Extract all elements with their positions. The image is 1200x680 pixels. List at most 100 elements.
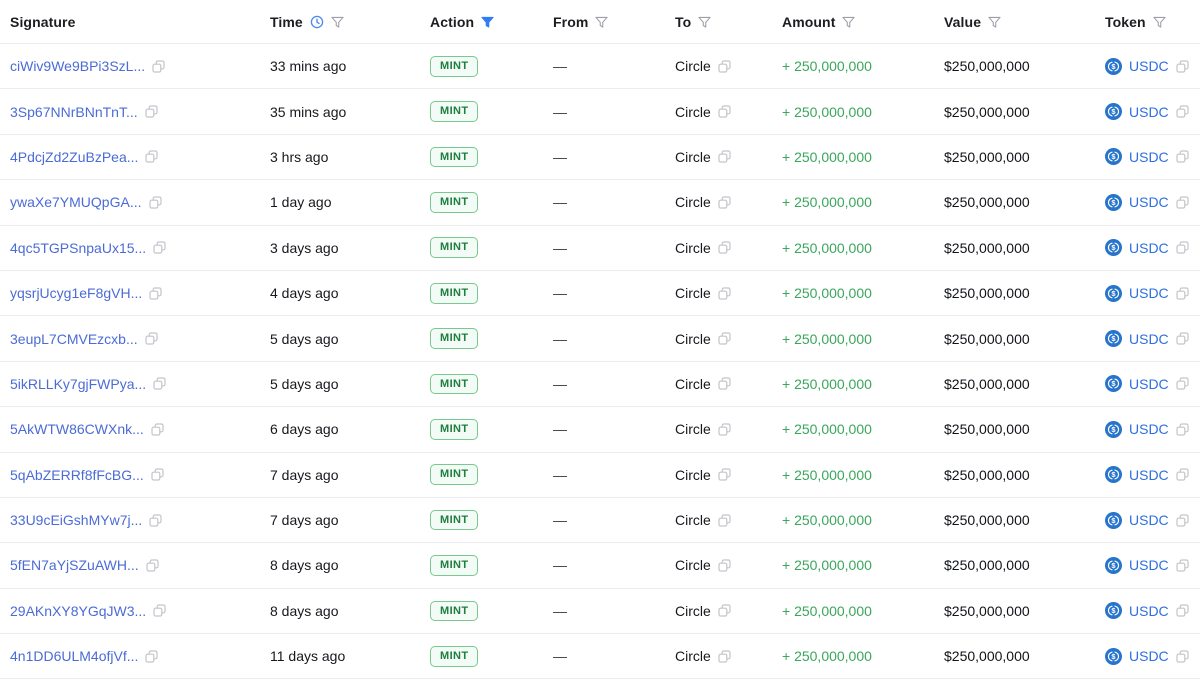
token-link[interactable]: USDC [1129,194,1169,210]
filter-icon[interactable] [595,16,608,28]
copy-icon[interactable] [151,468,164,481]
to-address-link[interactable]: Circle [675,194,711,210]
filter-icon[interactable] [331,16,344,28]
copy-icon[interactable] [718,60,731,73]
signature-link[interactable]: 4PdcjZd2ZuBzPea... [10,149,138,165]
token-link[interactable]: USDC [1129,376,1169,392]
signature-link[interactable]: 5qAbZERRf8fFcBG... [10,467,144,483]
signature-link[interactable]: 29AKnXY8YGqJW3... [10,603,146,619]
signature-link[interactable]: 5fEN7aYjSZuAWH... [10,557,139,573]
copy-icon[interactable] [718,377,731,390]
to-address-link[interactable]: Circle [675,421,711,437]
to-address-link[interactable]: Circle [675,467,711,483]
signature-link[interactable]: 4n1DD6ULM4ofjVf... [10,648,138,664]
copy-icon[interactable] [149,514,162,527]
token-link[interactable]: USDC [1129,58,1169,74]
token-link[interactable]: USDC [1129,285,1169,301]
token-link[interactable]: USDC [1129,331,1169,347]
copy-icon[interactable] [1176,650,1189,663]
token-link[interactable]: USDC [1129,240,1169,256]
copy-icon[interactable] [1176,332,1189,345]
copy-icon[interactable] [718,287,731,300]
value-cell: $250,000,000 [934,331,1095,347]
copy-icon[interactable] [145,650,158,663]
copy-icon[interactable] [718,559,731,572]
to-address-link[interactable]: Circle [675,557,711,573]
copy-icon[interactable] [145,150,158,163]
copy-icon[interactable] [718,332,731,345]
copy-icon[interactable] [1176,468,1189,481]
copy-icon[interactable] [718,604,731,617]
filter-icon-active[interactable] [481,16,494,28]
copy-icon[interactable] [718,241,731,254]
copy-icon[interactable] [718,514,731,527]
token-link[interactable]: USDC [1129,557,1169,573]
filter-icon[interactable] [842,16,855,28]
to-address-link[interactable]: Circle [675,512,711,528]
token-link[interactable]: USDC [1129,512,1169,528]
copy-icon[interactable] [153,241,166,254]
token-link[interactable]: USDC [1129,648,1169,664]
copy-icon[interactable] [1176,150,1189,163]
copy-icon[interactable] [152,60,165,73]
copy-icon[interactable] [718,650,731,663]
copy-icon[interactable] [1176,377,1189,390]
token-cell: $ USDC [1095,239,1200,256]
token-link[interactable]: USDC [1129,104,1169,120]
signature-link[interactable]: 4qc5TGPSnpaUx15... [10,240,146,256]
signature-link[interactable]: 5AkWTW86CWXnk... [10,421,144,437]
to-address-link[interactable]: Circle [675,149,711,165]
token-link[interactable]: USDC [1129,603,1169,619]
copy-icon[interactable] [146,559,159,572]
copy-icon[interactable] [153,377,166,390]
copy-icon[interactable] [145,332,158,345]
signature-link[interactable]: ciWiv9We9BPi3SzL... [10,58,145,74]
copy-icon[interactable] [149,287,162,300]
token-link[interactable]: USDC [1129,467,1169,483]
token-link[interactable]: USDC [1129,149,1169,165]
to-address-link[interactable]: Circle [675,331,711,347]
copy-icon[interactable] [1176,604,1189,617]
copy-icon[interactable] [718,150,731,163]
copy-icon[interactable] [145,105,158,118]
copy-icon[interactable] [153,604,166,617]
column-header-value: Value [934,14,1095,30]
to-address-link[interactable]: Circle [675,285,711,301]
signature-link[interactable]: 5ikRLLKy7gjFWPya... [10,376,146,392]
copy-icon[interactable] [1176,196,1189,209]
copy-icon[interactable] [151,423,164,436]
copy-icon[interactable] [1176,105,1189,118]
to-address-link[interactable]: Circle [675,603,711,619]
copy-icon[interactable] [1176,559,1189,572]
copy-icon[interactable] [149,196,162,209]
to-address-link[interactable]: Circle [675,648,711,664]
copy-icon[interactable] [1176,287,1189,300]
table-row: ywaXe7YMUQpGA... 1 day ago MINT — Circle… [0,180,1200,225]
signature-link[interactable]: 3eupL7CMVEzcxb... [10,331,138,347]
copy-icon[interactable] [718,105,731,118]
to-address-link[interactable]: Circle [675,58,711,74]
clock-icon[interactable] [310,15,324,29]
to-address-link[interactable]: Circle [675,104,711,120]
filter-icon[interactable] [698,16,711,28]
token-link[interactable]: USDC [1129,421,1169,437]
copy-icon[interactable] [1176,60,1189,73]
signature-cell: 5AkWTW86CWXnk... [0,421,260,437]
signature-link[interactable]: 33U9cEiGshMYw7j... [10,512,142,528]
signature-link[interactable]: yqsrjUcyg1eF8gVH... [10,285,142,301]
time-cell: 4 days ago [260,285,420,301]
copy-icon[interactable] [1176,514,1189,527]
copy-icon[interactable] [1176,423,1189,436]
to-address-link[interactable]: Circle [675,240,711,256]
signature-link[interactable]: ywaXe7YMUQpGA... [10,194,142,210]
copy-icon[interactable] [718,468,731,481]
column-label-action: Action [430,14,474,30]
value-cell: $250,000,000 [934,194,1095,210]
to-address-link[interactable]: Circle [675,376,711,392]
filter-icon[interactable] [1153,16,1166,28]
copy-icon[interactable] [718,196,731,209]
signature-link[interactable]: 3Sp67NNrBNnTnT... [10,104,138,120]
copy-icon[interactable] [1176,241,1189,254]
filter-icon[interactable] [988,16,1001,28]
copy-icon[interactable] [718,423,731,436]
